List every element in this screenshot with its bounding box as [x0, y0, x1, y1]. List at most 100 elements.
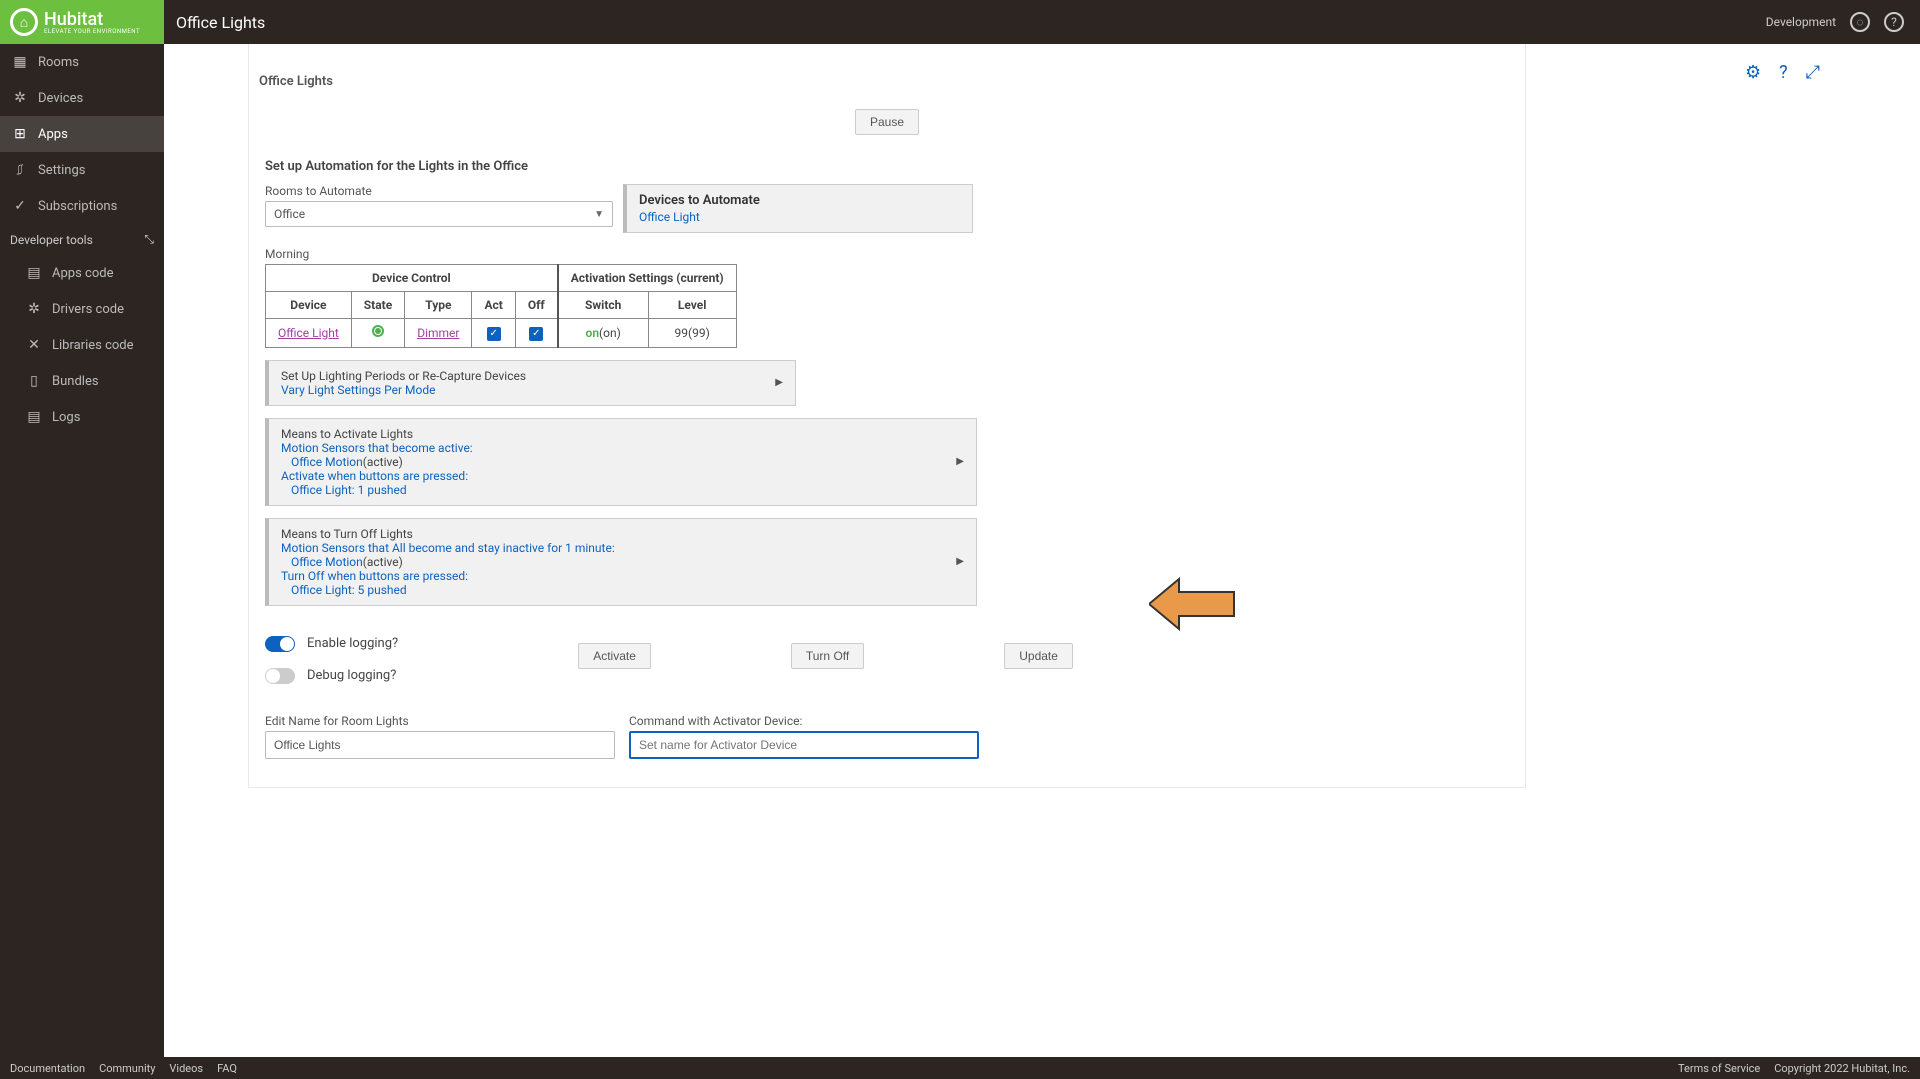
- header: ⌂ Hubitat ELEVATE YOUR ENVIRONMENT Offic…: [0, 0, 1920, 44]
- sidebar-item-subscriptions[interactable]: ✓ Subscriptions: [0, 188, 164, 224]
- pause-button[interactable]: Pause: [855, 109, 919, 135]
- period-label: Morning: [265, 247, 1525, 261]
- footer-terms[interactable]: Terms of Service: [1678, 1062, 1760, 1075]
- libraries-code-icon: ✕: [26, 337, 42, 353]
- activate-lights-panel[interactable]: Means to Activate Lights Motion Sensors …: [265, 418, 977, 506]
- sidebar-label: Apps: [38, 127, 68, 142]
- sidebar-label: Settings: [38, 163, 85, 178]
- switch-curr: (on): [599, 326, 621, 340]
- logo-text: Hubitat: [44, 9, 140, 30]
- sidebar-item-rooms[interactable]: ▦ Rooms: [0, 44, 164, 80]
- drivers-code-icon: ✲: [26, 301, 42, 317]
- sidebar-label: Devices: [38, 91, 83, 106]
- table-header: Switch: [558, 292, 648, 319]
- turnoff-lights-panel[interactable]: Means to Turn Off Lights Motion Sensors …: [265, 518, 977, 606]
- panel-link: Vary Light Settings Per Mode: [281, 383, 526, 397]
- panel-device: Office Light: 1 pushed: [291, 483, 407, 497]
- lighting-periods-panel[interactable]: Set Up Lighting Periods or Re-Capture De…: [265, 360, 796, 406]
- chevron-down-icon: ▼: [594, 209, 604, 220]
- footer: Documentation Community Videos FAQ Terms…: [0, 1057, 1920, 1079]
- table-header: Type: [405, 292, 472, 319]
- panel-line: Turn Off when buttons are pressed:: [281, 569, 468, 583]
- settings-icon: ⎎: [12, 162, 28, 178]
- devices-icon: ✲: [12, 90, 28, 106]
- apps-code-icon: ▤: [26, 265, 42, 281]
- table-header: Device Control: [266, 265, 558, 292]
- dev-tools-label: Developer tools: [10, 233, 93, 247]
- sidebar-item-settings[interactable]: ⎎ Settings: [0, 152, 164, 188]
- sidebar-item-devices[interactable]: ✲ Devices: [0, 80, 164, 116]
- type-link[interactable]: Dimmer: [417, 326, 459, 340]
- device-control-table: Device Control Activation Settings (curr…: [265, 264, 737, 348]
- enable-logging-label: Enable logging?: [307, 636, 398, 651]
- sidebar-item-logs[interactable]: ▤ Logs: [14, 399, 164, 435]
- sidebar-label: Drivers code: [52, 302, 124, 317]
- devices-value: Office Light: [639, 210, 960, 224]
- level-val: 99: [674, 326, 688, 340]
- footer-link-videos[interactable]: Videos: [169, 1062, 203, 1075]
- content: ⚙ ? ⤢ Office Lights Pause Set up Automat…: [164, 44, 1920, 1057]
- update-button[interactable]: Update: [1004, 643, 1073, 669]
- dev-tools-header[interactable]: Developer tools ⤡: [0, 224, 164, 255]
- panel-status: (active): [363, 455, 403, 469]
- debug-logging-toggle[interactable]: [265, 668, 295, 684]
- panel-device: Office Motion: [291, 455, 363, 469]
- expand-icon[interactable]: ⤢: [1806, 62, 1820, 83]
- sidebar-label: Apps code: [52, 266, 113, 281]
- sidebar-item-apps[interactable]: ⊞ Apps: [0, 116, 164, 152]
- name-label: Edit Name for Room Lights: [265, 714, 615, 728]
- sidebar-label: Logs: [52, 410, 80, 425]
- sidebar-item-apps-code[interactable]: ▤ Apps code: [14, 255, 164, 291]
- rooms-label: Rooms to Automate: [265, 184, 613, 198]
- sidebar-item-bundles[interactable]: ▯ Bundles: [14, 363, 164, 399]
- table-header: Device: [266, 292, 352, 319]
- help-icon[interactable]: ?: [1884, 12, 1904, 32]
- activator-input[interactable]: [629, 731, 979, 759]
- sidebar-item-drivers-code[interactable]: ✲ Drivers code: [14, 291, 164, 327]
- device-link[interactable]: Office Light: [278, 326, 339, 340]
- enable-logging-toggle[interactable]: [265, 636, 295, 652]
- sidebar-label: Subscriptions: [38, 199, 117, 214]
- sidebar-label: Libraries code: [52, 338, 134, 353]
- logs-icon: ▤: [26, 409, 42, 425]
- panel-device: Office Light: 5 pushed: [291, 583, 407, 597]
- panel-line: Activate when buttons are pressed:: [281, 469, 468, 483]
- footer-link-community[interactable]: Community: [99, 1062, 155, 1075]
- gear-icon[interactable]: ⚙: [1745, 62, 1761, 83]
- table-header: Level: [648, 292, 736, 319]
- apps-icon: ⊞: [12, 126, 28, 142]
- table-header: Off: [515, 292, 557, 319]
- state-radio[interactable]: [372, 325, 384, 337]
- chat-icon[interactable]: ◌: [1850, 12, 1870, 32]
- table-row: Office Light Dimmer ✓ ✓ on(on) 99(99): [266, 319, 737, 348]
- act-checkbox[interactable]: ✓: [487, 327, 501, 341]
- logo[interactable]: ⌂ Hubitat ELEVATE YOUR ENVIRONMENT: [0, 0, 164, 44]
- sidebar-label: Rooms: [38, 55, 79, 70]
- turnoff-button[interactable]: Turn Off: [791, 643, 864, 669]
- subscriptions-icon: ✓: [12, 198, 28, 214]
- level-cell: 99(99): [648, 319, 736, 348]
- footer-link-docs[interactable]: Documentation: [10, 1062, 85, 1075]
- question-icon[interactable]: ?: [1779, 62, 1788, 83]
- switch-cell: on(on): [558, 319, 648, 348]
- name-input[interactable]: [265, 731, 615, 759]
- table-header: Activation Settings (current): [558, 265, 736, 292]
- sidebar-item-libraries-code[interactable]: ✕ Libraries code: [14, 327, 164, 363]
- rooms-select[interactable]: Office ▼: [265, 201, 613, 227]
- bundles-icon: ▯: [26, 373, 42, 389]
- activate-button[interactable]: Activate: [578, 643, 651, 669]
- off-checkbox[interactable]: ✓: [529, 327, 543, 341]
- chevron-right-icon: ▶: [956, 556, 964, 567]
- table-header: Act: [472, 292, 515, 319]
- sidebar: ▦ Rooms ✲ Devices ⊞ Apps ⎎ Settings ✓ Su…: [0, 44, 164, 1057]
- debug-logging-label: Debug logging?: [307, 668, 396, 683]
- page-title-header: Office Lights: [176, 13, 265, 32]
- pointer-arrow-icon: [1149, 574, 1239, 634]
- footer-link-faq[interactable]: FAQ: [217, 1062, 237, 1075]
- panel-line: Motion Sensors that All become and stay …: [281, 541, 615, 555]
- collapse-icon: ⤡: [144, 232, 154, 247]
- development-link[interactable]: Development: [1766, 15, 1836, 29]
- panel-line: Motion Sensors that become active:: [281, 441, 473, 455]
- devices-panel[interactable]: Devices to Automate Office Light: [623, 184, 973, 233]
- panel-status: (active): [363, 555, 403, 569]
